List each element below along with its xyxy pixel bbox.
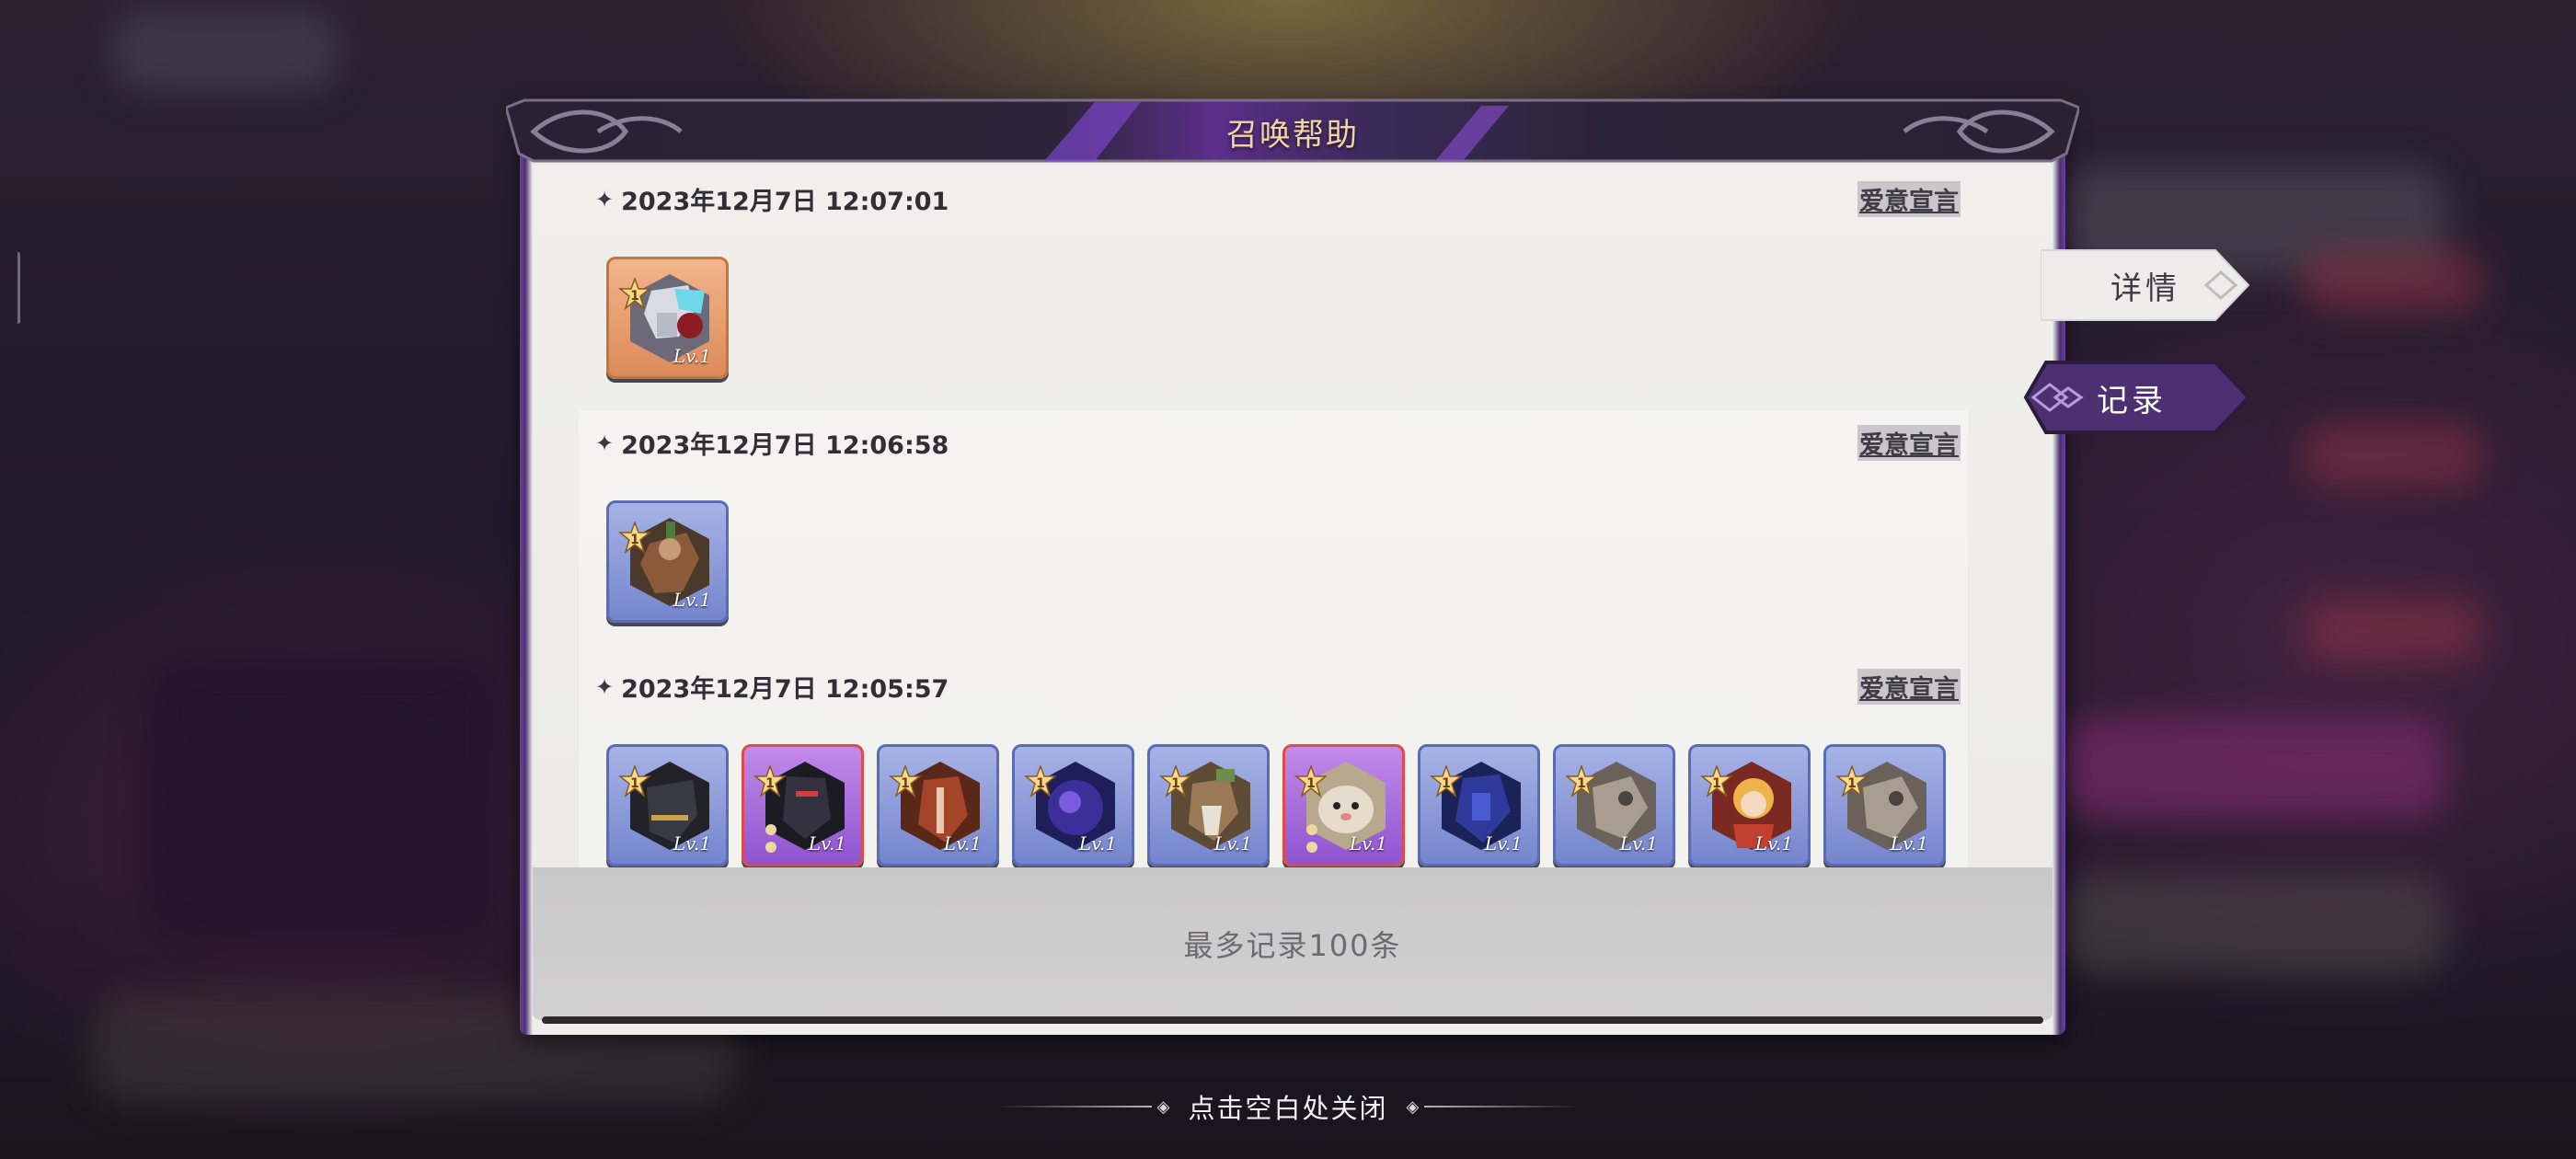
star-rank-icon: 1 [1565, 765, 1598, 798]
character-card[interactable]: 1 Lv.1 [606, 257, 729, 379]
card-level: Lv.1 [1213, 832, 1252, 855]
character-card[interactable]: 1 Lv.1 [606, 500, 729, 623]
card-level: Lv.1 [673, 589, 711, 611]
record-time-row: ✦ 2023年12月7日 12:06:58 [595, 425, 949, 461]
star-rank-icon: 1 [618, 278, 651, 311]
close-hint-text: 点击空白处关闭 [1188, 1093, 1388, 1124]
character-card[interactable]: 1 Lv.1 [1147, 744, 1270, 866]
star-rank-icon: 1 [1835, 765, 1869, 798]
tab-details-label: 详情 [2110, 270, 2180, 307]
dialog-title: 召唤帮助 [1226, 117, 1359, 154]
character-card[interactable]: 1 Lv.1 [1688, 744, 1811, 866]
record-time-row: ✦ 2023年12月7日 12:07:01 [595, 181, 949, 217]
tab-records[interactable]: 记录 [2013, 359, 2250, 436]
svg-text:1: 1 [1577, 776, 1586, 791]
tab-records-label: 记录 [2097, 382, 2167, 419]
svg-text:1: 1 [1036, 776, 1045, 791]
card-level: Lv.1 [1619, 832, 1658, 855]
svg-text:1: 1 [1847, 776, 1857, 791]
rank-dots-icon [765, 824, 776, 853]
svg-text:1: 1 [630, 776, 639, 791]
character-card[interactable]: 1 Lv.1 [1823, 744, 1946, 866]
svg-text:1: 1 [765, 776, 775, 791]
card-level: Lv.1 [1754, 832, 1793, 855]
dialog-header: 召唤帮助 [506, 97, 2079, 166]
star-rank-icon: 1 [1430, 765, 1463, 798]
svg-text:1: 1 [1712, 776, 1721, 791]
record-limit-note: 最多记录100条 [1183, 928, 1402, 963]
record-entry: ✦ 2023年12月7日 12:07:01 爱意宣言 1 Lv.1 [579, 166, 1968, 410]
card-list: 1 Lv.1 1 Lv.1 1 Lv.1 1 Lv.1 1 Lv.1 1 Lv.… [606, 744, 1946, 866]
card-level: Lv.1 [1890, 832, 1928, 855]
card-list: 1 Lv.1 [606, 500, 729, 623]
record-time: 2023年12月7日 12:07:01 [621, 188, 949, 216]
star-rank-icon: 1 [1159, 765, 1192, 798]
card-level: Lv.1 [808, 832, 846, 855]
card-level: Lv.1 [1349, 832, 1387, 855]
star-rank-icon: 1 [889, 765, 922, 798]
tab-details[interactable]: 详情 [2041, 247, 2250, 324]
dialog-body[interactable]: ✦ 2023年12月7日 12:07:01 爱意宣言 1 Lv.1 ✦ 2023… [533, 166, 2053, 967]
rank-dots-icon [1306, 824, 1317, 853]
card-level: Lv.1 [673, 832, 711, 855]
dialog-footer: 最多记录100条 [533, 867, 2053, 1024]
card-list: 1 Lv.1 [606, 257, 729, 379]
record-time: 2023年12月7日 12:06:58 [621, 431, 949, 460]
diamond-icon: ◈ [1406, 1096, 1420, 1117]
sparkle-icon: ✦ [595, 186, 615, 212]
diamond-icon: ◈ [1156, 1096, 1170, 1117]
card-level: Lv.1 [1484, 832, 1523, 855]
svg-text:1: 1 [901, 776, 910, 791]
svg-text:1: 1 [1171, 776, 1180, 791]
card-level: Lv.1 [1078, 832, 1117, 855]
svg-text:1: 1 [1306, 776, 1316, 791]
star-rank-icon: 1 [753, 765, 787, 798]
character-card[interactable]: 1 Lv.1 [1418, 744, 1540, 866]
close-hint[interactable]: ◈ 点击空白处关闭 ◈ [984, 1085, 1592, 1128]
footer-edge [542, 1016, 2043, 1024]
sparkle-icon: ✦ [595, 673, 615, 700]
record-entry: ✦ 2023年12月7日 12:06:58 爱意宣言 1 Lv.1 [579, 410, 1968, 654]
divider [1424, 1106, 1581, 1107]
character-card[interactable]: 1 Lv.1 [1282, 744, 1405, 866]
svg-text:1: 1 [630, 289, 639, 304]
star-rank-icon: 1 [618, 765, 651, 798]
card-level: Lv.1 [943, 832, 982, 855]
star-rank-icon: 1 [1700, 765, 1733, 798]
star-rank-icon: 1 [1024, 765, 1057, 798]
character-card[interactable]: 1 Lv.1 [1012, 744, 1134, 866]
svg-text:1: 1 [1442, 776, 1451, 791]
character-card[interactable]: 1 Lv.1 [606, 744, 729, 866]
sparkle-icon: ✦ [595, 430, 615, 456]
star-rank-icon: 1 [618, 522, 651, 555]
record-time: 2023年12月7日 12:05:57 [621, 675, 949, 704]
svg-text:1: 1 [630, 533, 639, 547]
summon-help-dialog: ✦ 2023年12月7日 12:07:01 爱意宣言 1 Lv.1 ✦ 2023… [506, 97, 2079, 1035]
star-rank-icon: 1 [1294, 765, 1328, 798]
card-level: Lv.1 [673, 345, 711, 367]
character-card[interactable]: 1 Lv.1 [1553, 744, 1675, 866]
record-entry: ✦ 2023年12月7日 12:05:57 爱意宣言 1 Lv.1 1 Lv.1… [579, 654, 1968, 898]
record-source-link[interactable]: 爱意宣言 [1857, 669, 1961, 705]
record-time-row: ✦ 2023年12月7日 12:05:57 [595, 669, 949, 705]
divider [995, 1106, 1152, 1107]
record-source-link[interactable]: 爱意宣言 [1857, 181, 1961, 217]
character-card[interactable]: 1 Lv.1 [742, 744, 864, 866]
record-source-link[interactable]: 爱意宣言 [1857, 425, 1961, 461]
character-card[interactable]: 1 Lv.1 [877, 744, 999, 866]
